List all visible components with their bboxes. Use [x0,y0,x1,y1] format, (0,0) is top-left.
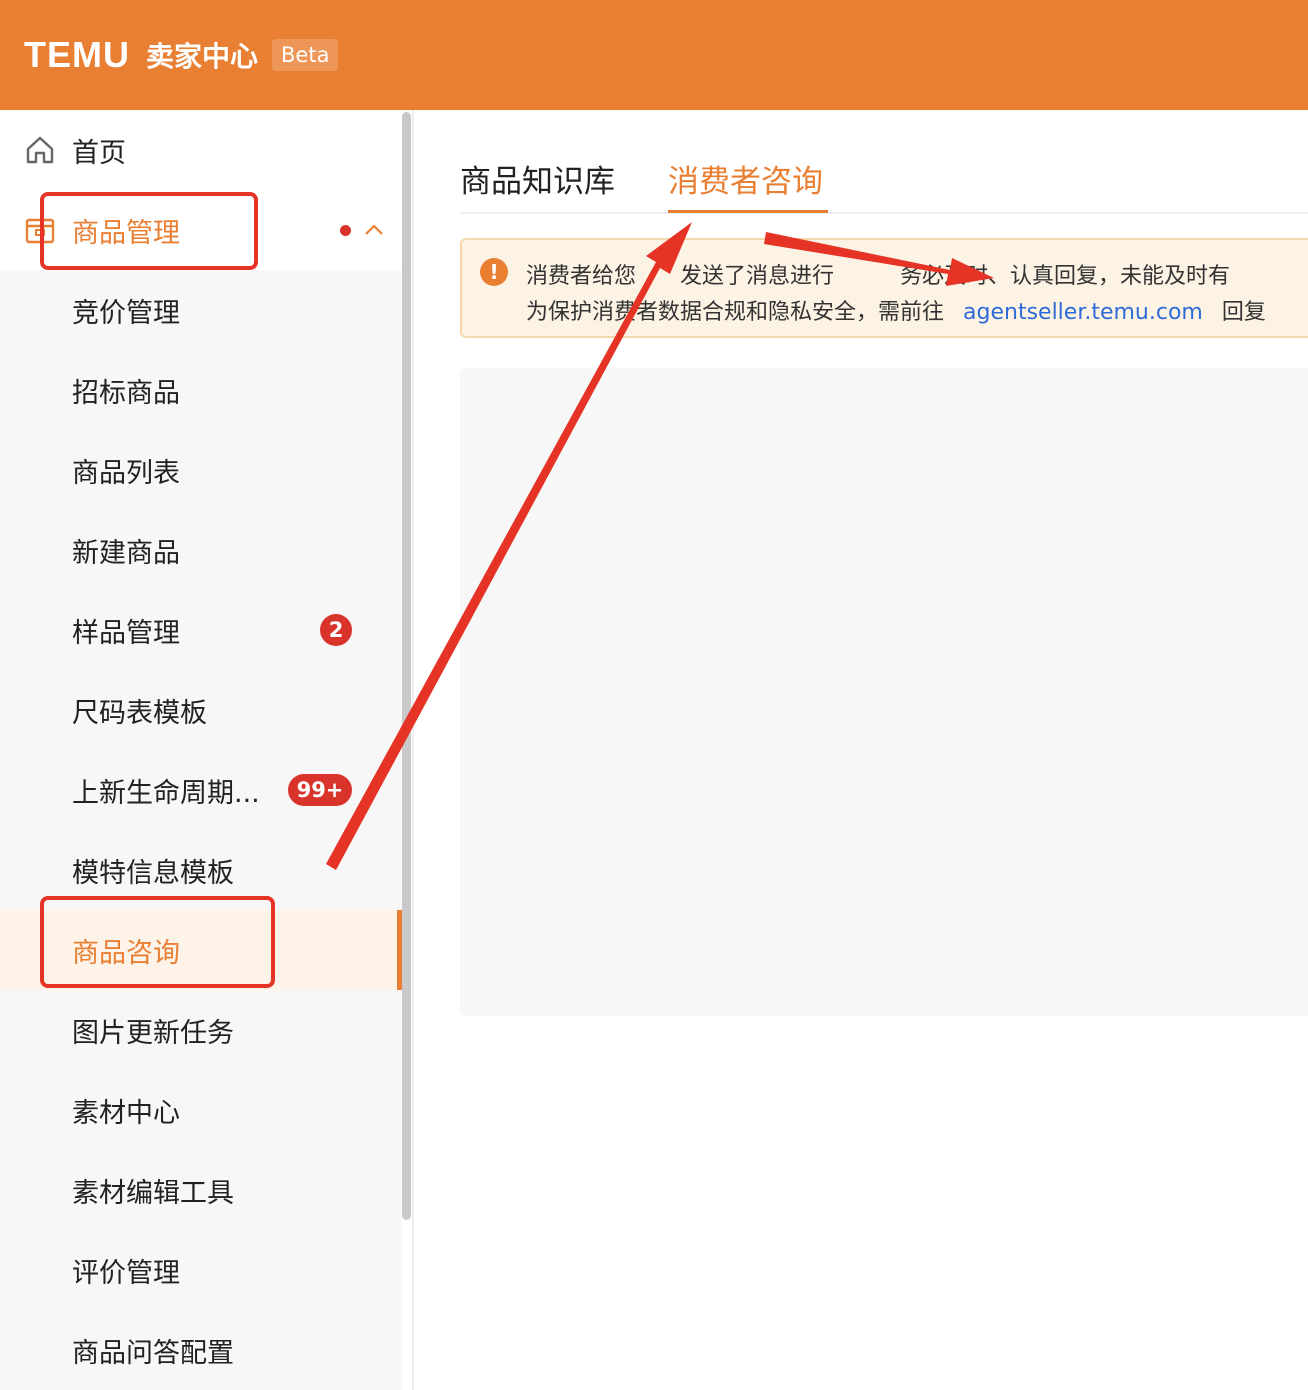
sidebar-item-bidding[interactable]: 竞价管理 [0,270,402,350]
sidebar-item-label: 素材编辑工具 [72,1177,234,1209]
sidebar-nav: 首页 商品管理 竞价管理 招标商品 商品列表 新建商品 样品管理 2 尺码表模板… [0,110,402,1390]
agentseller-link[interactable]: agentseller.temu.com [963,300,1203,325]
sidebar-item-label: 图片更新任务 [72,1017,234,1049]
inquiry-content-area [460,368,1308,1016]
sidebar-scrollbar-thumb[interactable] [402,112,411,1220]
seller-center-title: 卖家中心 [146,40,259,73]
tab-consumer-inquiry[interactable]: 消费者咨询 [668,156,823,201]
sidebar-item-label: 商品列表 [72,457,180,489]
notification-dot [340,225,351,236]
vertical-divider [412,110,414,1390]
sidebar-item-label: 商品问答配置 [72,1337,234,1369]
notice-line-2-suffix: 回复 [1221,300,1266,325]
sidebar-item-label: 首页 [72,137,126,169]
notice-line-2: 为保护消费者数据合规和隐私安全，需前往 agentseller.temu.com… [526,294,1266,326]
annotation-box-product-management [40,192,258,270]
sidebar-item-review-management[interactable]: 评价管理 [0,1230,402,1310]
sidebar-item-label: 新建商品 [72,537,180,569]
tab-bar: 商品知识库 消费者咨询 [460,150,1308,214]
annotation-box-product-inquiry [40,896,275,988]
home-icon [26,136,54,164]
count-badge: 2 [320,614,352,646]
sidebar-item-label: 上新生命周期... [72,777,260,809]
sidebar-item-material-editor[interactable]: 素材编辑工具 [0,1150,402,1230]
sidebar-item-qa-config[interactable]: 商品问答配置 [0,1310,402,1390]
sidebar-item-label: 尺码表模板 [72,697,207,729]
sidebar-item-new-product[interactable]: 新建商品 [0,510,402,590]
top-header: TEMU 卖家中心 Beta [0,0,1308,110]
temu-logo[interactable]: TEMU [24,34,130,76]
tab-product-knowledge-base[interactable]: 商品知识库 [460,156,615,201]
notice-banner: ! 消费者给您 发送了消息进行 务必及时、认真回复，未能及时有 为保护消费者数据… [460,238,1308,338]
sidebar-item-image-update-task[interactable]: 图片更新任务 [0,990,402,1070]
warning-icon: ! [480,258,508,286]
sidebar-item-sample-management[interactable]: 样品管理 2 [0,590,402,670]
sidebar-item-label: 素材中心 [72,1097,180,1129]
chevron-up-icon[interactable] [362,218,386,242]
notice-line-2-prefix: 为保护消费者数据合规和隐私安全，需前往 [526,300,945,325]
sidebar-item-size-chart-template[interactable]: 尺码表模板 [0,670,402,750]
sidebar-item-label: 样品管理 [72,617,180,649]
notice-line-1: 消费者给您 发送了消息进行 务必及时、认真回复，未能及时有 [526,264,1231,289]
beta-badge: Beta [272,39,339,71]
sidebar-item-product-list[interactable]: 商品列表 [0,430,402,510]
active-tab-underline [668,210,828,213]
count-badge: 99+ [288,774,352,806]
sidebar-item-home[interactable]: 首页 [0,110,402,190]
sidebar-item-label: 招标商品 [72,377,180,409]
sidebar-item-label: 评价管理 [72,1257,180,1289]
sidebar-item-label: 模特信息模板 [72,857,234,889]
sidebar-item-label: 竞价管理 [72,297,180,329]
sidebar-item-new-lifecycle[interactable]: 上新生命周期... 99+ [0,750,402,830]
sidebar-item-material-center[interactable]: 素材中心 [0,1070,402,1150]
sidebar-item-tender-products[interactable]: 招标商品 [0,350,402,430]
